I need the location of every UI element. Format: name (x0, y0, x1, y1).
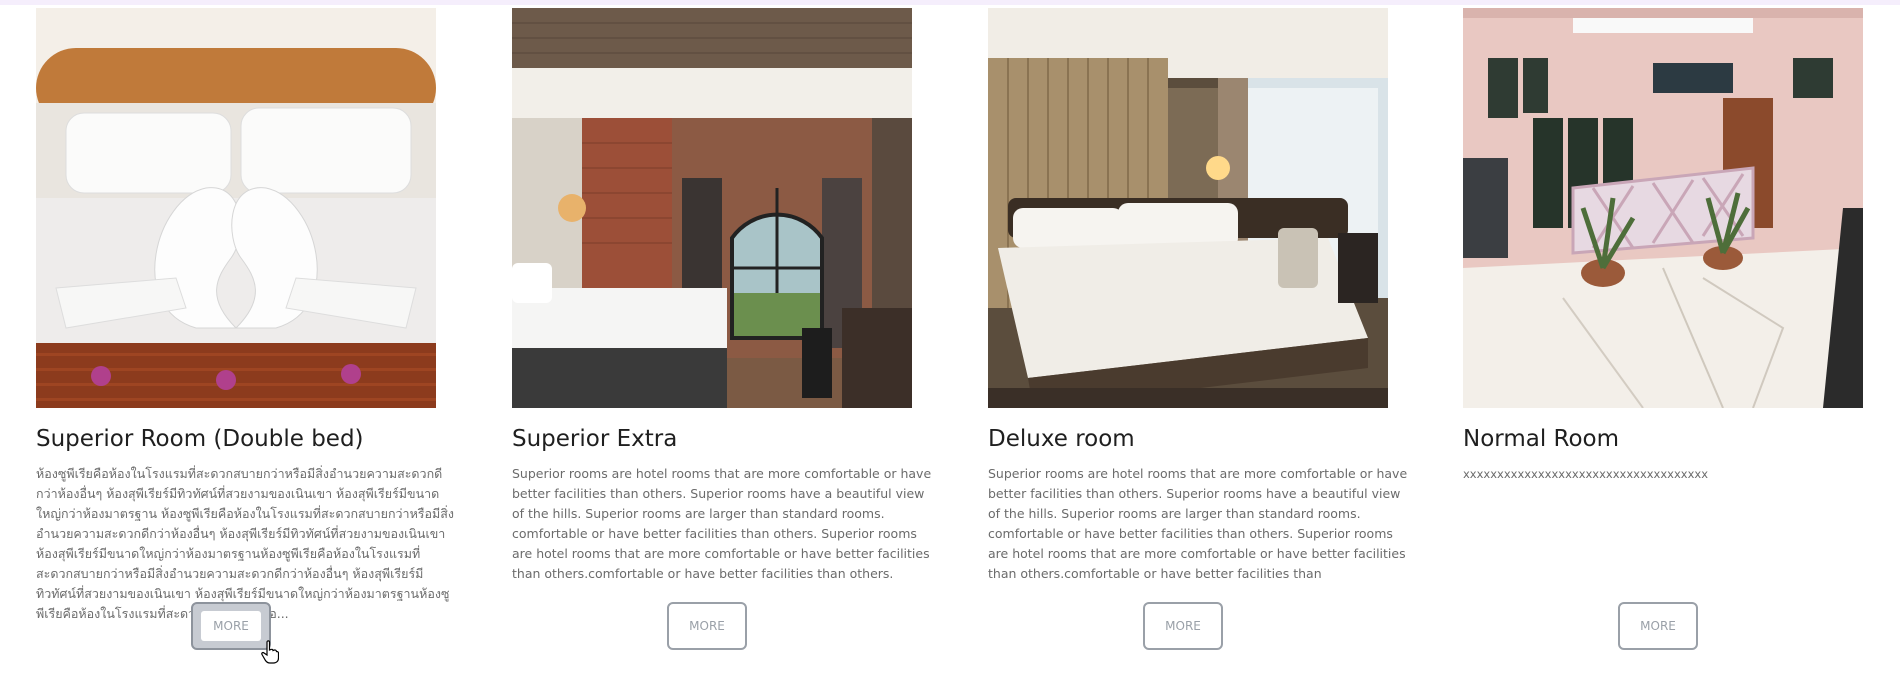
room-card-deluxe: Deluxe room Superior rooms are hotel roo… (988, 8, 1407, 668)
room-title: Deluxe room (988, 426, 1135, 452)
room-description: Superior rooms are hotel rooms that are … (988, 466, 1408, 581)
room-card-superior-double: Superior Room (Double bed) ห้องซูพีเรียค… (36, 8, 454, 668)
room-description: Superior rooms are hotel rooms that are … (512, 466, 932, 581)
top-strip (0, 0, 1900, 5)
room-photo-normal[interactable] (1463, 8, 1863, 408)
room-photo-deluxe[interactable] (988, 8, 1388, 408)
more-button-label: MORE (201, 611, 261, 641)
room-card-superior-extra: Superior Extra Superior rooms are hotel … (512, 8, 931, 668)
room-title: Superior Extra (512, 426, 678, 452)
hand-cursor-icon (261, 640, 279, 664)
more-button[interactable]: MORE (1618, 602, 1698, 650)
room-photo-superior-extra[interactable] (512, 8, 912, 408)
room-photo-superior-double[interactable] (36, 8, 436, 408)
room-title: Superior Room (Double bed) (36, 426, 364, 452)
room-description: xxxxxxxxxxxxxxxxxxxxxxxxxxxxxxxxxxxx (1463, 467, 1709, 481)
room-description: ห้องซูพีเรียคือห้องในโรงแรมที่สะดวกสบายก… (36, 466, 455, 621)
room-card-normal: Normal Room xxxxxxxxxxxxxxxxxxxxxxxxxxxx… (1463, 8, 1863, 668)
more-button[interactable]: MORE (1143, 602, 1223, 650)
more-button[interactable]: MORE (667, 602, 747, 650)
more-button[interactable]: MORE (191, 602, 271, 650)
room-title: Normal Room (1463, 426, 1620, 452)
